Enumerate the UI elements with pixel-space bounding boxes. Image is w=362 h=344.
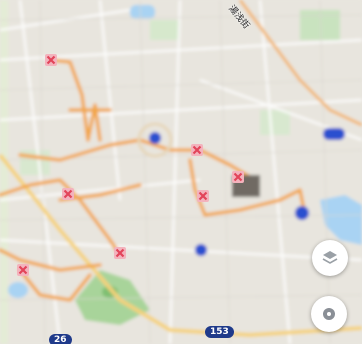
green-area [20,150,50,175]
layers-icon [322,251,338,264]
x-marker[interactable] [62,188,74,200]
x-marker[interactable] [17,264,29,276]
layers-button[interactable] [312,240,348,276]
water-area [8,282,28,298]
green-area [260,110,290,135]
x-marker[interactable] [197,190,209,202]
water-area [130,5,155,19]
green-area [150,20,180,40]
compass-icon [323,308,335,320]
green-area [300,10,340,40]
locate-button[interactable] [311,296,347,332]
x-marker[interactable] [114,247,126,259]
map-left-edge [0,0,8,344]
route-shield-153: 153 [205,326,234,338]
x-marker[interactable] [45,54,57,66]
route-shield-26: 26 [49,334,72,344]
x-marker[interactable] [191,144,203,156]
map-view[interactable]: 湯浅街 153 26 [0,0,362,344]
map-canvas[interactable] [0,0,362,344]
x-marker[interactable] [232,171,244,183]
